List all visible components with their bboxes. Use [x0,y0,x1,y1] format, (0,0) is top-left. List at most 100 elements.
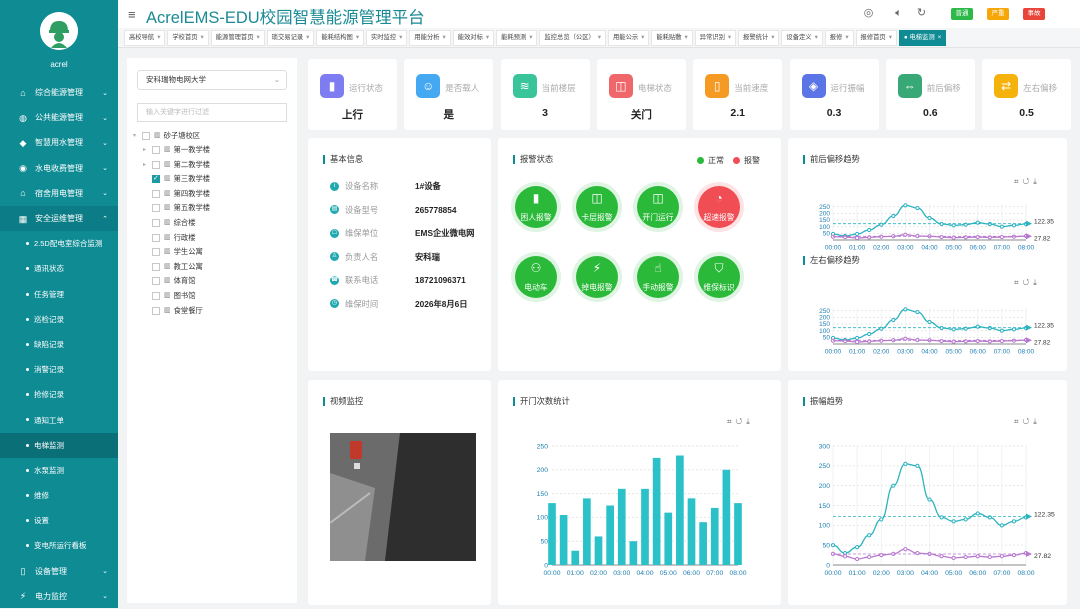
tab-16[interactable]: 报修首页 ▾ [855,29,897,46]
tree-node[interactable]: ▸ ▥ 第一教学楼 [143,144,210,156]
tab-4[interactable]: 能耗结构图 ▾ [316,29,364,46]
tree-checkbox[interactable] [152,248,160,257]
sidebar-item-13[interactable]: 通知工单 [0,407,118,432]
target-icon[interactable]: ◎ [862,7,875,20]
tree-node[interactable]: ▥第三教学楼 [143,173,210,185]
tree-root[interactable]: ▾ ▥ 砂子塘校区 [133,130,200,142]
chart-toolbox[interactable]: ⌗↺⤓ [1014,278,1041,288]
sidebar-item-3[interactable]: ◉ 水电收费管理 ⌄ [0,156,118,181]
sidebar-item-5[interactable]: ▦ 安全运维管理 ⌃ [0,205,118,232]
sidebar-item-4[interactable]: ⌂ 宿舍用电管理 ⌄ [0,181,118,206]
chart-toolbox[interactable]: ⌗↺⤓ [1014,177,1041,187]
tab-2[interactable]: 能源管理首页 ▾ [210,29,265,46]
menu-toggle-icon[interactable]: ≡ [128,7,136,22]
chart-toolbox[interactable]: ⌗↺⤓ [1014,417,1041,427]
tree-checkbox[interactable] [152,233,160,242]
tab-9[interactable]: 监控总览（公区） ▾ [539,29,606,46]
sidebar-item-18[interactable]: 变电所运行看板 [0,533,118,558]
chevron-icon[interactable]: ▾ [306,34,309,41]
chevron-icon[interactable]: ▾ [771,34,774,41]
chevron-icon[interactable]: ▾ [815,34,818,41]
volume-icon[interactable]: 🔈︎ [892,7,905,20]
tab-12[interactable]: 异常识别 ▾ [694,29,737,46]
tab-8[interactable]: 能耗预测 ▾ [496,29,538,46]
tree-node[interactable]: ▥ 学生公寓 [143,246,203,258]
tree-node[interactable]: ▥ 教工公寓 [143,261,203,273]
chevron-icon[interactable]: ▾ [443,34,446,41]
tab-14[interactable]: 设备定义 ▾ [781,29,823,46]
tree-node[interactable]: ▥ 图书馆 [143,290,196,302]
tree-node[interactable]: ▥ 第五教学楼 [143,202,210,214]
avatar[interactable] [40,12,78,50]
sidebar-item-15[interactable]: 水泵监测 [0,458,118,483]
tree-checkbox[interactable] [152,306,160,315]
tree-node[interactable]: ▥ 体育馆 [143,275,196,287]
badge-severe[interactable]: 严重 [987,8,1009,20]
chevron-icon[interactable]: ▾ [157,34,160,41]
tree-checkbox[interactable] [152,146,160,154]
chart-toolbox[interactable]: ⌗↺⤓ [727,417,754,427]
tab-10[interactable]: 用能公示 ▾ [607,29,650,46]
chevron-icon[interactable]: ▾ [201,34,204,41]
campus-select[interactable]: 安科瑞物电网大学 ⌄ [137,70,287,90]
tab-13[interactable]: 报警统计 ▾ [738,29,780,46]
tab-15[interactable]: 报修 ▾ [824,29,854,46]
alarm-indicator[interactable]: ◫ 卡层报警 [572,182,622,232]
chevron-icon[interactable]: ▾ [889,34,892,41]
chevron-icon[interactable]: ▾ [641,34,644,41]
close-icon[interactable]: × [938,34,942,41]
sidebar-item-6[interactable]: 2.5D配电室综合监测 [0,231,118,256]
tab-1[interactable]: 学校首页 ▾ [167,29,209,46]
tree-checkbox[interactable] [152,204,160,213]
chevron-icon[interactable]: ▾ [529,34,532,41]
badge-normal[interactable]: 普通 [951,8,973,20]
alarm-indicator[interactable]: ⛉ 维保标识 [694,252,744,302]
sidebar-item-2[interactable]: ◆ 智慧用水管理 ⌄ [0,130,118,155]
alarm-indicator[interactable]: ⚇ 电动车 [511,252,561,302]
sidebar-item-17[interactable]: 设置 [0,508,118,533]
alarm-indicator[interactable]: ▮ 困人报警 [511,182,561,232]
tree-node[interactable]: ▥ 第四教学楼 [143,188,210,200]
badge-accident[interactable]: 事故 [1023,8,1045,20]
tab-3[interactable]: 琐交易记录 ▾ [266,29,315,46]
sidebar-item-8[interactable]: 任务管理 [0,282,118,307]
chevron-icon[interactable]: ▾ [728,34,731,41]
tab-5[interactable]: 实时监控 ▾ [365,29,408,46]
sidebar-item-1[interactable]: ◍ 公共能源管理 ⌄ [0,105,118,130]
tree-checkbox[interactable] [152,189,160,198]
tree-checkbox[interactable] [152,160,160,169]
refresh-icon[interactable]: ↻ [915,7,928,20]
chevron-icon[interactable]: ▾ [399,34,402,41]
sidebar-item-10[interactable]: 缺陷记录 [0,332,118,357]
chevron-icon[interactable]: ▾ [486,34,489,41]
alarm-indicator[interactable]: ◔ 超速报警 [694,182,744,232]
tree-node[interactable]: ▥ 食堂餐厅 [143,305,203,317]
chevron-icon[interactable]: ▾ [598,34,601,41]
tree-filter-input[interactable]: 输入关键字进行过滤 [137,103,287,122]
sidebar-item-20[interactable]: ⚡︎ 电力监控 ⌄ [0,584,118,609]
sidebar-item-12[interactable]: 抢修记录 [0,382,118,407]
chevron-icon[interactable]: ▾ [257,34,260,41]
tree-checkbox[interactable] [152,262,160,271]
video-feed[interactable] [330,433,476,561]
tree-checkbox[interactable] [152,219,160,227]
sidebar-item-11[interactable]: 消警记录 [0,357,118,382]
tree-checkbox[interactable] [152,292,160,300]
tree-node[interactable]: ▸ ▥ 第二教学楼 [143,159,210,171]
tree-checkbox[interactable] [152,173,160,185]
sidebar-item-7[interactable]: 通讯状态 [0,256,118,281]
sidebar-item-9[interactable]: 巡检记录 [0,307,118,332]
alarm-indicator[interactable]: ⚡︎ 掉电报警 [572,252,622,302]
tab-17[interactable]: ● 电梯监测 × [898,29,947,46]
sidebar-item-16[interactable]: 维修 [0,483,118,508]
alarm-indicator[interactable]: ☝︎ 手动报警 [633,252,683,302]
sidebar-item-19[interactable]: ▯ 设备管理 ⌄ [0,559,118,584]
tree-node[interactable]: ▥ 综合楼 [143,217,196,229]
tab-7[interactable]: 能效对标 ▾ [452,29,495,46]
chevron-icon[interactable]: ▾ [356,34,359,41]
sidebar-item-0[interactable]: ⌂ 综合能源管理 ⌄ [0,80,118,105]
chevron-icon[interactable]: ▾ [685,34,688,41]
chevron-icon[interactable]: ▾ [845,34,848,41]
tree-checkbox[interactable] [152,277,160,286]
tab-6[interactable]: 用能分析 ▾ [409,29,451,46]
